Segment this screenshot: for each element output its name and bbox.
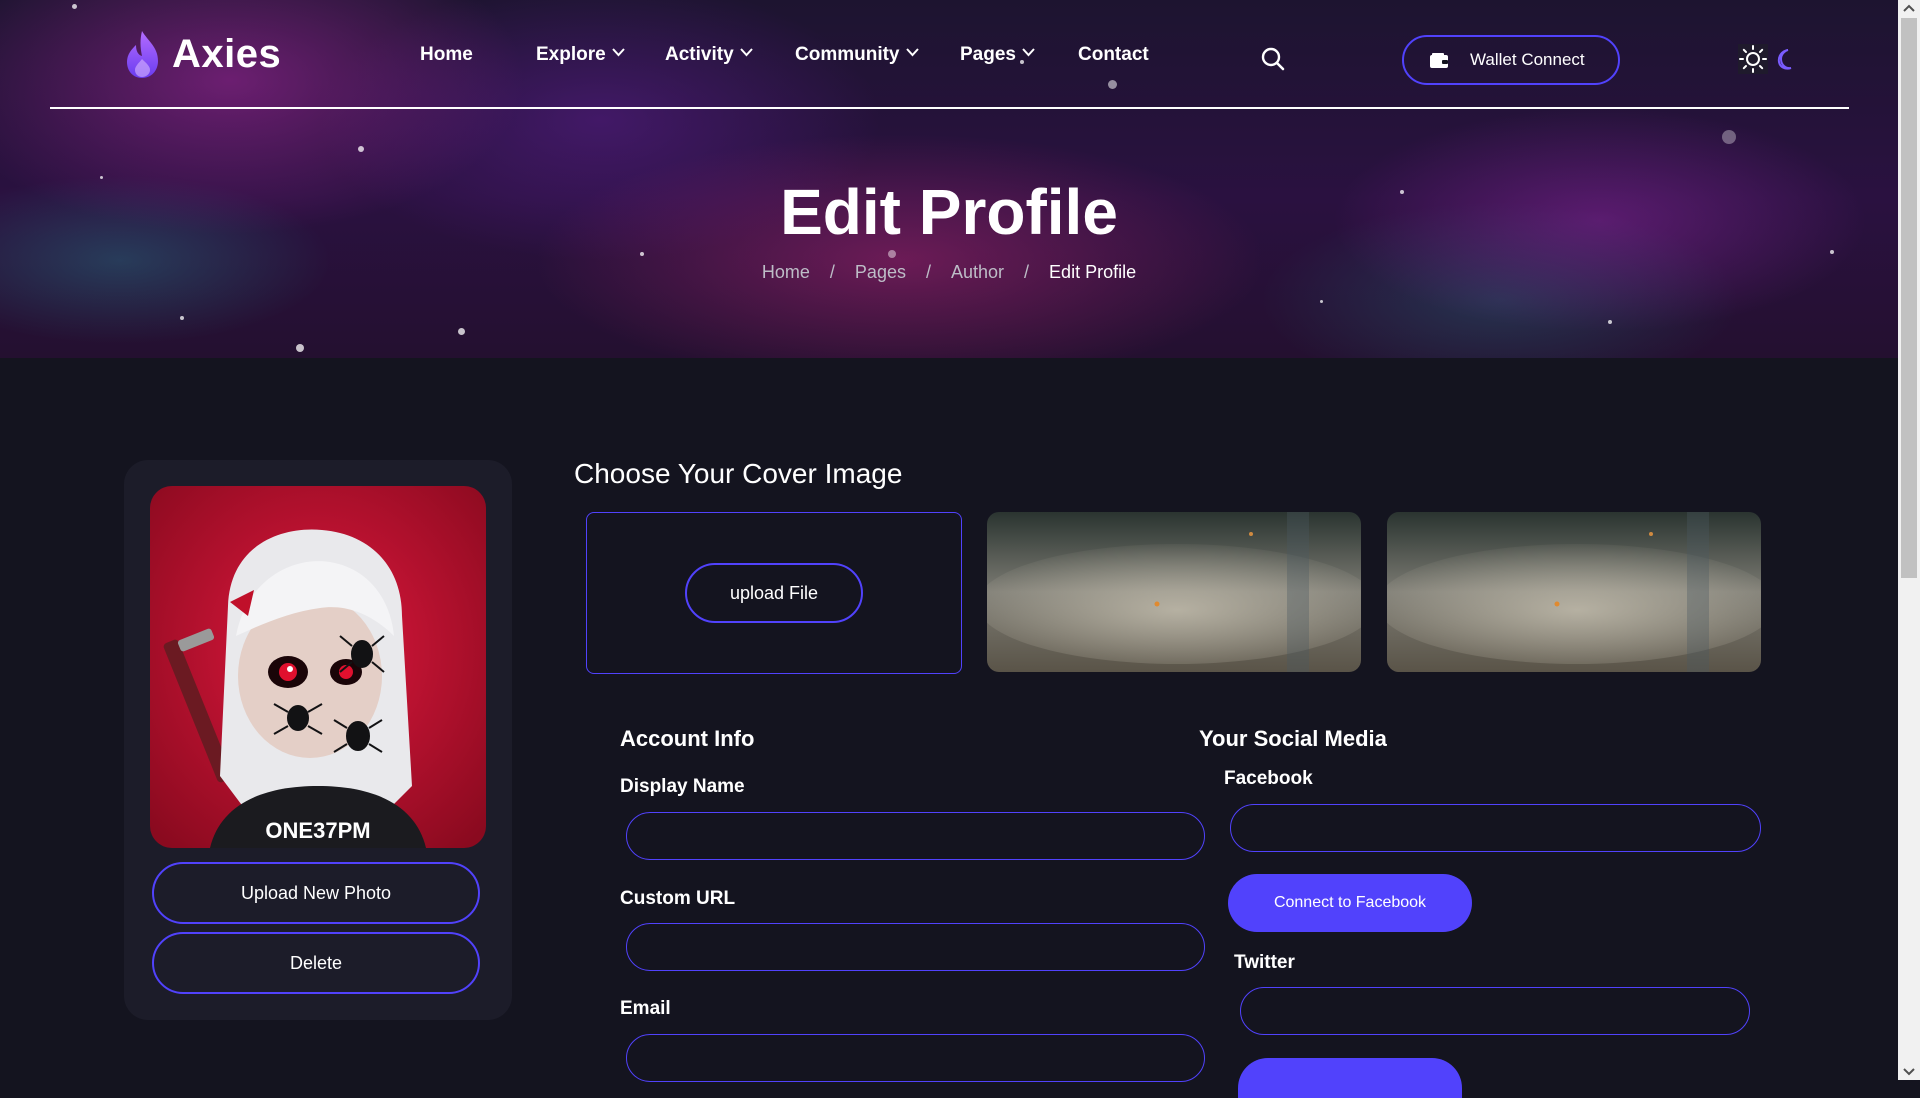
connect-twitter-button[interactable] bbox=[1238, 1058, 1462, 1098]
wallet-icon bbox=[1430, 52, 1448, 68]
star-decoration bbox=[180, 316, 184, 320]
chevron-down-icon bbox=[611, 47, 625, 56]
twitter-label: Twitter bbox=[1234, 952, 1295, 973]
upload-new-photo-button[interactable]: Upload New Photo bbox=[152, 862, 480, 924]
star-decoration bbox=[1108, 80, 1117, 89]
nav-label: Home bbox=[420, 44, 473, 65]
scroll-up-arrow-icon[interactable] bbox=[1898, 0, 1920, 18]
page-scrollbar[interactable] bbox=[1898, 0, 1920, 1080]
breadcrumb: Home / Pages / Author / Edit Profile bbox=[0, 262, 1898, 283]
upload-new-photo-label: Upload New Photo bbox=[240, 882, 392, 903]
star-decoration bbox=[458, 328, 465, 335]
cover-upload-box: upload File bbox=[586, 512, 962, 674]
logo-text: Axies bbox=[172, 31, 282, 76]
cover-image-option[interactable] bbox=[987, 512, 1361, 672]
nav-community[interactable]: Community bbox=[795, 44, 919, 66]
nav-label: Community bbox=[795, 44, 900, 65]
connect-facebook-label: Connect to Facebook bbox=[1273, 894, 1427, 911]
breadcrumb-separator: / bbox=[1024, 262, 1030, 282]
theme-toggle bbox=[1738, 44, 1796, 74]
breadcrumb-home[interactable]: Home bbox=[762, 262, 810, 283]
nav-label: Contact bbox=[1078, 44, 1149, 65]
custom-url-label: Custom URL bbox=[620, 888, 736, 909]
chevron-down-icon bbox=[1022, 47, 1035, 56]
nav-pages[interactable]: Pages bbox=[960, 44, 1035, 66]
delete-photo-button[interactable]: Delete bbox=[152, 932, 480, 994]
chevron-down-icon bbox=[905, 47, 919, 56]
breadcrumb-pages[interactable]: Pages bbox=[855, 262, 906, 283]
nav-label: Explore bbox=[536, 44, 606, 65]
nav-explore[interactable]: Explore bbox=[536, 44, 625, 66]
page-header-banner: Axies Home Explore Activity Community Pa… bbox=[0, 0, 1898, 358]
account-info-heading: Account Info bbox=[620, 726, 755, 751]
display-name-label: Display Name bbox=[620, 776, 745, 797]
wallet-connect-button[interactable]: Wallet Connect bbox=[1402, 35, 1620, 85]
avatar-card: ONE37PM Upload New Photo Delete bbox=[124, 460, 512, 1020]
moon-icon[interactable] bbox=[1772, 47, 1796, 71]
breadcrumb-separator: / bbox=[829, 262, 835, 282]
star-decoration bbox=[640, 252, 644, 256]
star-decoration bbox=[72, 4, 77, 9]
chevron-down-icon bbox=[739, 47, 753, 56]
star-decoration bbox=[296, 344, 304, 352]
display-name-input[interactable] bbox=[626, 812, 1205, 860]
breadcrumb-author[interactable]: Author bbox=[951, 262, 1004, 283]
scrollbar-thumb[interactable] bbox=[1901, 18, 1917, 578]
breadcrumb-current: Edit Profile bbox=[1049, 262, 1137, 282]
facebook-input[interactable] bbox=[1230, 804, 1761, 852]
avatar: ONE37PM bbox=[150, 486, 486, 848]
facebook-label: Facebook bbox=[1224, 768, 1313, 789]
nav-contact[interactable]: Contact bbox=[1078, 44, 1149, 66]
cover-heading: Choose Your Cover Image bbox=[574, 458, 903, 489]
page-title: Edit Profile bbox=[780, 176, 1118, 248]
custom-url-input[interactable] bbox=[626, 923, 1205, 971]
scroll-down-arrow-icon[interactable] bbox=[1898, 1062, 1920, 1080]
star-decoration bbox=[1608, 320, 1612, 324]
flame-logo-icon bbox=[127, 31, 158, 78]
star-decoration bbox=[358, 146, 364, 152]
wallet-connect-label: Wallet Connect bbox=[1470, 50, 1585, 69]
cover-image bbox=[987, 512, 1361, 672]
star-decoration bbox=[1320, 300, 1323, 303]
connect-facebook-button[interactable]: Connect to Facebook bbox=[1228, 874, 1472, 932]
cover-image-option[interactable] bbox=[1387, 512, 1761, 672]
avatar-illustration: ONE37PM bbox=[150, 486, 486, 848]
upload-file-label: upload File bbox=[729, 582, 819, 603]
site-logo[interactable]: Axies bbox=[124, 28, 281, 80]
twitter-input[interactable] bbox=[1240, 987, 1750, 1035]
upload-file-button[interactable]: upload File bbox=[685, 563, 863, 623]
breadcrumb-separator: / bbox=[925, 262, 931, 282]
edit-profile-main: ONE37PM Upload New Photo Delete Choose Y… bbox=[0, 358, 1898, 1098]
delete-photo-label: Delete bbox=[289, 952, 343, 973]
nav-label: Activity bbox=[665, 44, 734, 65]
avatar-badge-text: ONE37PM bbox=[265, 818, 370, 843]
star-decoration bbox=[1722, 130, 1736, 144]
cover-image bbox=[1387, 512, 1761, 672]
nav-label: Pages bbox=[960, 44, 1016, 65]
search-icon[interactable] bbox=[1260, 46, 1286, 72]
email-input[interactable] bbox=[626, 1034, 1205, 1082]
email-label: Email bbox=[620, 998, 671, 1019]
sun-icon[interactable] bbox=[1738, 44, 1768, 74]
header-divider bbox=[50, 107, 1849, 109]
nav-activity[interactable]: Activity bbox=[665, 44, 753, 66]
nav-home[interactable]: Home bbox=[420, 44, 473, 66]
social-media-heading: Your Social Media bbox=[1199, 726, 1387, 751]
